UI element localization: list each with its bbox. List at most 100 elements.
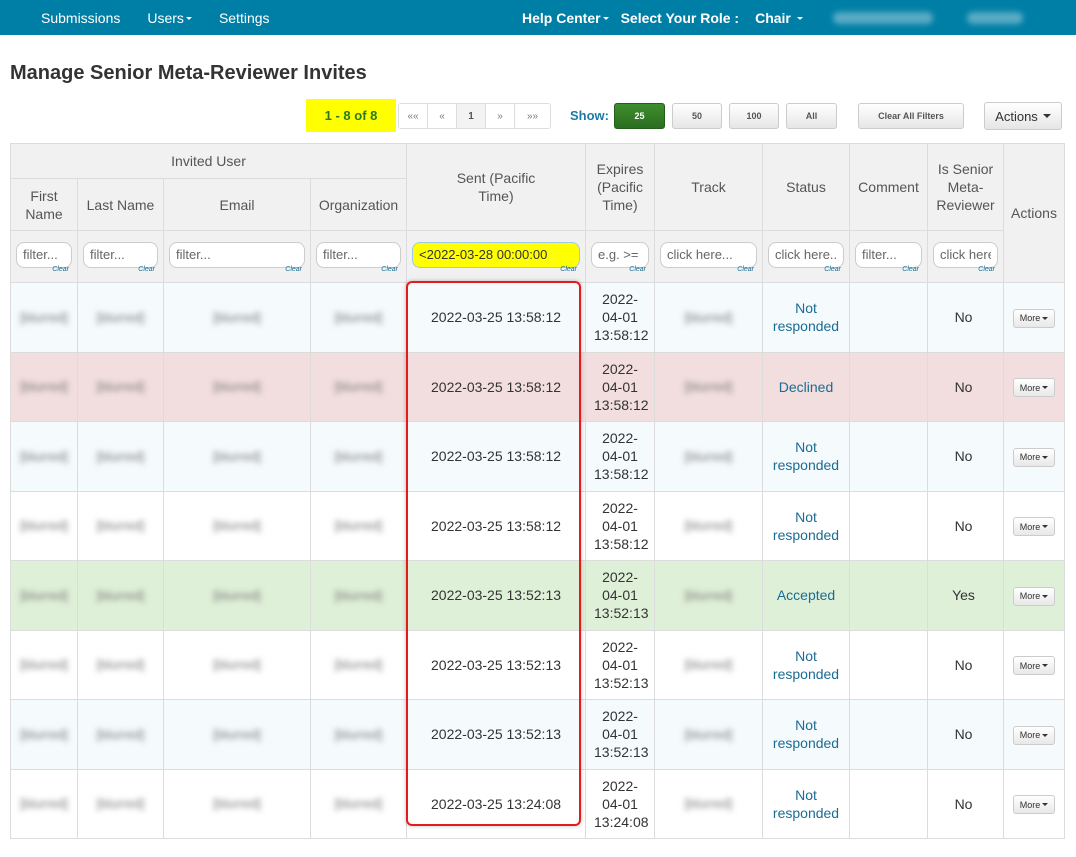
chevron-down-icon (1042, 386, 1049, 389)
user-name-redacted[interactable] (832, 11, 933, 24)
sent-value: 2022-03-25 13:58:12 (431, 448, 562, 465)
more-button[interactable]: More (1012, 517, 1056, 536)
table-row: [blurred] [blurred] [blurred] [blurred] 2022… (10, 629, 1066, 700)
more-label: More (1019, 660, 1041, 671)
clear-all-filters-button[interactable]: Clear All Filters (858, 103, 964, 129)
more-button[interactable]: More (1012, 447, 1056, 467)
col-header-track[interactable]: Track (654, 143, 764, 231)
first-name-cell: [blurred] (10, 351, 78, 422)
pager-first[interactable]: «« (399, 104, 428, 128)
clear-first-name-link[interactable]: Clear (52, 261, 69, 279)
more-button[interactable]: More (1012, 656, 1056, 675)
more-button[interactable]: More (1012, 586, 1056, 606)
is-senior-value: No (954, 309, 973, 326)
is-senior-cell: No (927, 629, 1005, 700)
nav-right: Help Center Select Your Role : Chair (522, 0, 1023, 35)
pager-next[interactable]: » (486, 104, 515, 128)
pager-prev[interactable]: « (428, 104, 457, 128)
col-first-name-label: First Name (25, 187, 63, 222)
organization-cell: [blurred] (309, 282, 408, 353)
page-size-all-button[interactable]: All (786, 103, 837, 129)
chevron-down-icon (1042, 733, 1049, 737)
nav-help-center[interactable]: Help Center (522, 10, 609, 26)
col-header-last-name[interactable]: Last Name (77, 178, 164, 231)
clear-organization-link[interactable]: Clear (381, 261, 398, 279)
is-senior-value: No (954, 726, 973, 743)
last-name-cell: [blurred] (77, 629, 164, 700)
col-header-comment[interactable]: Comment (849, 143, 929, 231)
clear-email-link[interactable]: Clear (285, 261, 302, 279)
status-value: Not responded (772, 439, 840, 474)
track-value: [blurred] (684, 796, 733, 812)
clear-status-link[interactable]: Clear (824, 261, 841, 279)
col-header-status[interactable]: Status (762, 143, 851, 231)
chevron-down-icon (1042, 455, 1049, 459)
help-center-label: Help Center (522, 9, 601, 26)
is-senior-value: Yes (952, 587, 975, 604)
first-name-value: [blurred] (20, 657, 68, 673)
first-name-value: [blurred] (20, 726, 68, 742)
more-button[interactable]: More (1012, 308, 1056, 328)
track-value: [blurred] (684, 726, 733, 742)
col-header-expires[interactable]: Expires (Pacific Time) (585, 143, 656, 231)
table-row: [blurred] [blurred] [blurred] [blurred] 2022… (10, 282, 1066, 353)
organization-cell: [blurred] (309, 490, 408, 561)
track-cell: [blurred] (654, 282, 764, 353)
sent-value: 2022-03-25 13:58:12 (431, 378, 562, 395)
email-value: [blurred] (213, 657, 261, 673)
more-label: More (1019, 799, 1041, 810)
status-cell: Accepted (762, 560, 851, 631)
comment-cell (849, 421, 929, 492)
more-button[interactable]: More (1012, 725, 1056, 745)
col-header-is-senior[interactable]: Is Senior Meta-Reviewer (927, 143, 1005, 231)
col-header-sent[interactable]: Sent (Pacific Time) (406, 143, 587, 231)
logout-redacted[interactable] (966, 11, 1023, 24)
clear-sent-link[interactable]: Clear (560, 261, 577, 279)
clear-is-senior-link[interactable]: Clear (978, 261, 995, 279)
pager-last[interactable]: »» (515, 104, 550, 128)
actions-dropdown-button[interactable]: Actions (984, 102, 1062, 130)
comment-cell (849, 629, 929, 700)
nav-left: Submissions Users Settings (41, 0, 297, 35)
comment-cell (849, 699, 929, 770)
last-name-cell: [blurred] (77, 560, 164, 631)
organization-value: [blurred] (334, 518, 383, 534)
page-size-100-button[interactable]: 100 (729, 103, 779, 129)
col-header-organization[interactable]: Organization (309, 178, 408, 231)
nav-settings[interactable]: Settings (219, 10, 270, 26)
filter-cell-status: Clear (762, 230, 851, 283)
more-button[interactable]: More (1012, 378, 1056, 397)
email-value: [blurred] (213, 587, 261, 603)
last-name-cell: [blurred] (77, 699, 164, 770)
sent-cell: 2022-03-25 13:58:12 (406, 351, 587, 422)
clear-track-link[interactable]: Clear (737, 261, 754, 279)
status-value: Not responded (772, 717, 840, 752)
clear-last-name-link[interactable]: Clear (138, 261, 155, 279)
pager-page-1[interactable]: 1 (457, 104, 486, 128)
is-senior-cell: No (927, 421, 1005, 492)
comment-cell (849, 351, 929, 422)
sent-value: 2022-03-25 13:24:08 (431, 795, 562, 812)
role-selector[interactable]: Chair (755, 10, 803, 26)
page-size-50-button[interactable]: 50 (672, 103, 722, 129)
col-header-first-name[interactable]: First Name (10, 178, 78, 231)
first-name-value: [blurred] (20, 796, 68, 812)
track-cell: [blurred] (654, 768, 764, 839)
nav-users[interactable]: Users (147, 10, 192, 26)
email-value: [blurred] (213, 309, 261, 325)
col-header-email[interactable]: Email (163, 178, 311, 231)
filter-sent-input[interactable] (412, 241, 581, 268)
last-name-value: [blurred] (96, 448, 145, 464)
status-cell: Not responded (762, 282, 851, 353)
page-size-25-button[interactable]: 25 (614, 103, 665, 129)
table-body: [blurred] [blurred] [blurred] [blurred] 2022… (10, 282, 1066, 839)
role-label: Select Your Role : (620, 9, 740, 26)
clear-comment-link[interactable]: Clear (902, 261, 919, 279)
expires-cell: 2022-04-01 13:52:13 (585, 699, 656, 770)
first-name-cell: [blurred] (10, 490, 78, 561)
status-cell: Not responded (762, 490, 851, 561)
status-value: Accepted (776, 587, 836, 604)
more-button[interactable]: More (1012, 795, 1056, 814)
clear-expires-link[interactable]: Clear (629, 261, 646, 279)
nav-submissions[interactable]: Submissions (41, 10, 120, 26)
